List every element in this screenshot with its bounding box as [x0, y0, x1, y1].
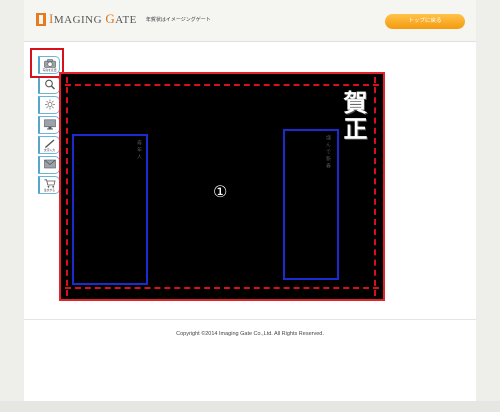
- right-box-text: 謹んで新春: [325, 135, 331, 170]
- cart-icon: [44, 179, 56, 188]
- tool-preview-button[interactable]: [38, 116, 60, 134]
- left-text-box[interactable]: 寿年人: [72, 134, 148, 285]
- area-marker: ①: [213, 182, 228, 201]
- logo-initial-2: G: [105, 11, 116, 26]
- logo-text: IMAGING GATE: [49, 11, 137, 27]
- monitor-icon: [43, 119, 56, 130]
- tool-order-button[interactable]: 注文する: [38, 176, 60, 194]
- tool-label: 写真を変更: [42, 68, 57, 72]
- back-to-top-button[interactable]: トップに戻る: [385, 14, 465, 29]
- sparkle-icon: [44, 99, 55, 110]
- tool-photo-button[interactable]: 写真を変更: [38, 56, 60, 74]
- guide-line-right: [374, 77, 376, 296]
- tool-text-button[interactable]: 文字入力: [38, 136, 60, 154]
- postcard-preview[interactable]: 寿年人 謹んで新春 賀正 ①: [59, 72, 385, 301]
- tool-label: 文字入力: [43, 148, 56, 152]
- envelope-icon: [43, 159, 56, 169]
- guide-line-bottom: [65, 287, 379, 289]
- magnifier-icon: [44, 79, 55, 90]
- tool-zoom-button[interactable]: [38, 76, 60, 94]
- right-text-box[interactable]: 謹んで新春: [283, 129, 339, 280]
- copyright-text: Copyright ©2014 Imaging Gate Co.,Ltd. Al…: [176, 331, 324, 337]
- footer-divider: [24, 319, 476, 320]
- logo-rest-2: ATE: [115, 14, 137, 26]
- camera-icon: [43, 59, 56, 68]
- tool-effect-button[interactable]: [38, 96, 60, 114]
- guide-line-left: [66, 77, 68, 296]
- logo-mark-icon: [36, 12, 46, 26]
- tool-address-button[interactable]: [38, 156, 60, 174]
- tool-label: 注文する: [43, 188, 56, 192]
- guide-line-top: [65, 84, 379, 86]
- logo-subtitle: 年賀状はイメージングゲート: [145, 16, 211, 23]
- logo-rest-1: MAGING: [53, 14, 106, 26]
- left-box-text: 寿年人: [136, 140, 142, 161]
- logo[interactable]: IMAGING GATE 年賀状はイメージングゲート: [36, 11, 211, 27]
- header: IMAGING GATE 年賀状はイメージングゲート トップに戻る: [24, 0, 476, 42]
- bottom-band: [0, 401, 500, 412]
- greeting-text[interactable]: 賀正: [339, 90, 368, 142]
- pen-icon: [44, 139, 54, 148]
